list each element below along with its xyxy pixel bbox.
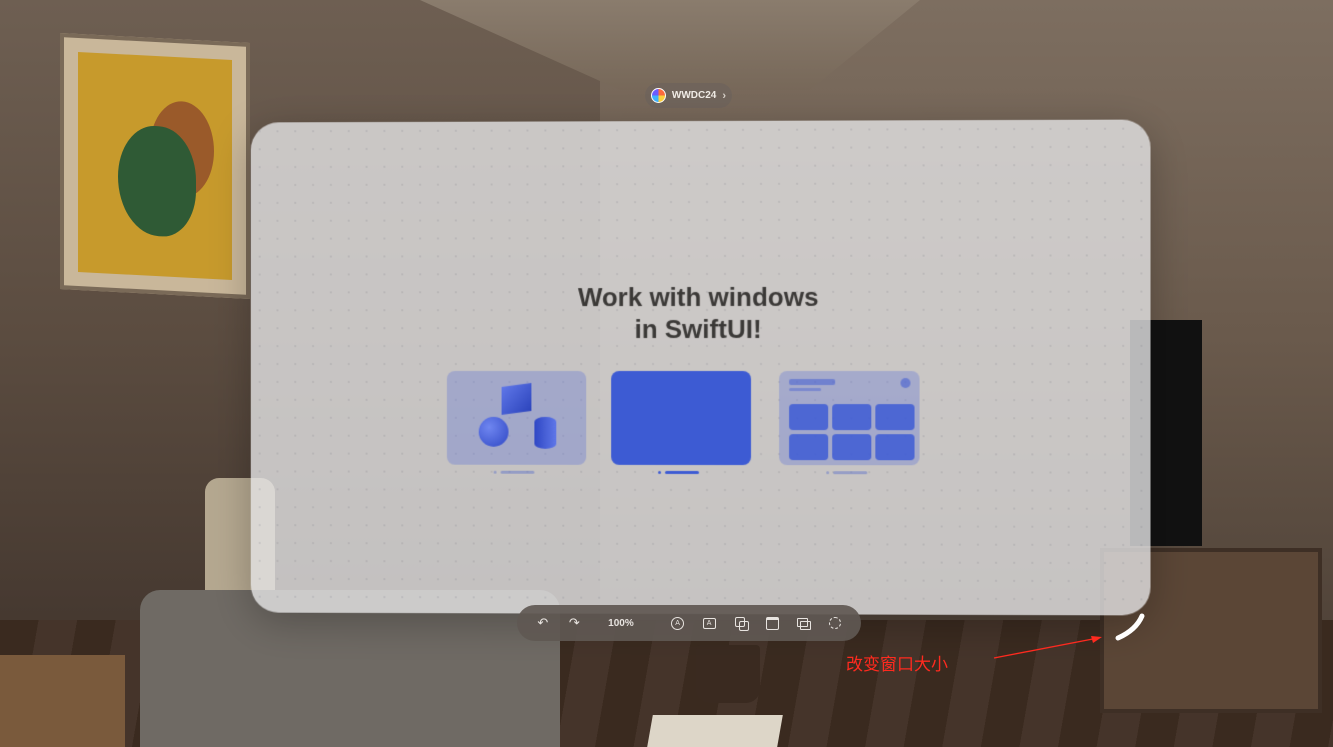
sphere-icon <box>478 416 509 447</box>
lasso-icon <box>829 617 842 629</box>
mini-tile <box>875 404 915 431</box>
redo-button[interactable]: ↷ <box>559 609 591 637</box>
window-grabber-bar <box>833 471 868 475</box>
mini-tile <box>875 434 915 461</box>
window-grabber-bar <box>665 470 699 475</box>
mini-tile <box>789 404 829 431</box>
text-box-icon: A <box>702 617 716 629</box>
wall-painting <box>60 33 250 299</box>
undo-button[interactable]: ↶ <box>527 609 559 637</box>
window-grabber-dot <box>826 471 830 475</box>
app-title-chip[interactable]: WWDC24 › <box>645 83 732 108</box>
mini-avatar <box>900 378 911 389</box>
annotation-arrow-head <box>1091 636 1102 643</box>
open-book <box>647 715 783 747</box>
undo-icon: ↶ <box>537 615 549 630</box>
window-grabber-bar <box>500 470 535 474</box>
mini-title-placeholder <box>789 379 836 386</box>
window-style-cards <box>446 370 927 481</box>
zoom-level[interactable]: 100% <box>594 609 648 637</box>
annotation-arrow-line <box>993 637 1099 659</box>
annotation-label: 改变窗口大小 <box>846 655 948 675</box>
mini-tile <box>789 434 829 461</box>
card-dashboard-grid[interactable] <box>779 371 920 475</box>
redo-icon: ↷ <box>568 615 580 630</box>
markup-button[interactable]: A <box>662 609 694 637</box>
window-grabber-dot <box>493 470 497 474</box>
window-grabber-dot <box>658 470 662 474</box>
bottom-toolbar: ↶ ↷ 100% A A <box>517 605 861 641</box>
sofa <box>140 590 560 747</box>
mini-tile-grid <box>789 404 915 461</box>
annotation-arrow <box>993 636 1102 659</box>
photos-button[interactable] <box>788 609 820 637</box>
duplicate-icon <box>734 617 749 631</box>
app-title: WWDC24 <box>671 90 717 101</box>
window-icon <box>765 616 779 630</box>
monstera-leaf <box>118 124 196 239</box>
lasso-button[interactable] <box>820 609 852 637</box>
text-box-button[interactable]: A <box>693 609 725 637</box>
plant-pot <box>696 645 760 703</box>
markup-pen-icon: A <box>671 616 685 630</box>
main-window: Work with windows in SwiftUI! <box>250 119 1151 616</box>
mini-tile <box>832 434 872 461</box>
window-button[interactable] <box>756 609 788 637</box>
side-table <box>0 655 125 747</box>
app-logo-icon <box>651 88 666 103</box>
mini-subtitle-placeholder <box>789 388 822 392</box>
mini-tile <box>832 404 872 431</box>
window-headline: Work with windows in SwiftUI! <box>577 281 819 345</box>
card-volume-shapes[interactable] <box>446 370 587 474</box>
chevron-right-icon: › <box>722 89 726 102</box>
resize-handle-icon <box>1115 613 1145 641</box>
photos-icon <box>797 617 812 630</box>
cylinder-icon <box>534 416 557 449</box>
cube-icon <box>501 382 532 415</box>
card-plain-window[interactable] <box>611 370 752 475</box>
duplicate-button[interactable] <box>725 609 757 637</box>
